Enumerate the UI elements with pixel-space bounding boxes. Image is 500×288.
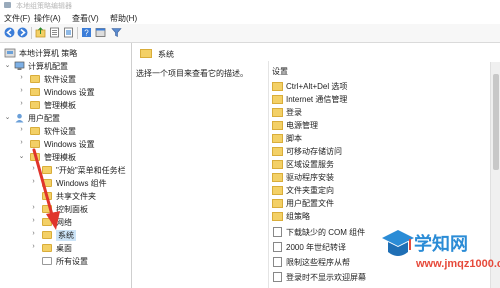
folder-icon xyxy=(272,134,283,143)
toolbar-divider xyxy=(77,27,78,39)
folder-icon xyxy=(30,75,40,83)
expand-icon[interactable]: › xyxy=(30,243,37,250)
folder-icon xyxy=(272,186,283,195)
folder-icon xyxy=(272,95,283,104)
tree-pane: 本地计算机 策略 ⌄ 计算机配置 › 软件设置 › Windows 设置 › 管… xyxy=(0,43,132,288)
settings-column-header[interactable]: 设置 xyxy=(272,66,288,77)
folder-icon xyxy=(272,82,283,91)
expand-icon[interactable]: › xyxy=(18,87,25,94)
folder-icon xyxy=(140,49,152,58)
description-hint: 选择一个项目来查看它的描述。 xyxy=(136,69,248,78)
folder-icon xyxy=(42,231,52,239)
folder-icon xyxy=(42,192,52,200)
menu-file[interactable]: 文件(F) xyxy=(4,13,30,24)
svg-text:?: ? xyxy=(84,29,89,38)
menu-view[interactable]: 查看(V) xyxy=(72,13,99,24)
folder-icon xyxy=(30,127,40,135)
back-icon[interactable] xyxy=(4,27,15,38)
expand-icon[interactable]: › xyxy=(30,165,37,172)
watermark-logo-icon xyxy=(382,230,414,256)
folder-icon xyxy=(272,121,283,130)
window-title: 本地组策略编辑器 xyxy=(16,3,72,10)
expand-icon[interactable]: › xyxy=(30,204,37,211)
filter-icon[interactable] xyxy=(111,27,122,38)
computer-icon xyxy=(14,61,25,70)
folder-icon xyxy=(30,88,40,96)
user-icon xyxy=(15,113,24,123)
expand-icon[interactable]: › xyxy=(18,100,25,107)
properties-icon[interactable] xyxy=(49,27,60,38)
console-icon[interactable] xyxy=(95,27,106,38)
watermark: 学知网 www.jmqz1000.com xyxy=(380,228,500,286)
expand-icon[interactable]: › xyxy=(30,230,37,237)
collapse-icon[interactable]: ⌄ xyxy=(4,61,11,69)
policy-setting-icon xyxy=(273,257,282,267)
folder-icon xyxy=(272,212,283,221)
expand-icon[interactable]: › xyxy=(18,139,25,146)
collapse-icon[interactable]: ⌄ xyxy=(18,152,25,160)
app-icon xyxy=(4,2,11,8)
policy-icon xyxy=(4,48,16,58)
title-bar: 本地组策略编辑器 xyxy=(0,0,500,11)
details-header: 系统 xyxy=(132,47,500,61)
folder-up-icon[interactable] xyxy=(35,27,46,38)
policy-setting-icon xyxy=(273,227,282,237)
policy-setting-icon xyxy=(273,272,282,282)
folder-icon xyxy=(272,160,283,169)
menu-help[interactable]: 帮助(H) xyxy=(110,13,137,24)
folder-icon xyxy=(30,153,40,161)
menu-action[interactable]: 操作(A) xyxy=(34,13,61,24)
expand-icon[interactable]: › xyxy=(30,178,37,185)
folder-icon xyxy=(42,244,52,252)
help-icon[interactable]: ? xyxy=(81,27,92,38)
pane-divider xyxy=(268,61,269,288)
expand-icon[interactable]: › xyxy=(18,126,25,133)
expand-icon[interactable]: › xyxy=(30,217,37,224)
toolbar-divider xyxy=(31,27,32,39)
export-icon[interactable] xyxy=(63,27,74,38)
watermark-url: www.jmqz1000.com xyxy=(416,258,500,270)
folder-icon xyxy=(42,166,52,174)
folder-icon xyxy=(42,179,52,187)
collapse-icon[interactable]: ⌄ xyxy=(4,113,11,121)
watermark-text: 学知网 xyxy=(414,234,468,254)
folder-icon xyxy=(272,147,283,156)
folder-icon xyxy=(272,173,283,182)
folder-icon xyxy=(42,205,52,213)
settings-page-icon xyxy=(42,257,52,265)
policy-setting-icon xyxy=(273,242,282,252)
folder-icon xyxy=(30,101,40,109)
menu-bar: 文件(F) 操作(A) 查看(V) 帮助(H) xyxy=(0,11,500,24)
toolbar: ? xyxy=(0,24,500,43)
scrollbar-thumb[interactable] xyxy=(493,74,499,170)
folder-icon xyxy=(272,199,283,208)
details-title: 系统 xyxy=(158,50,174,59)
folder-icon xyxy=(272,108,283,117)
folder-icon xyxy=(42,218,52,226)
forward-icon[interactable] xyxy=(17,27,28,38)
folder-icon xyxy=(30,140,40,148)
expand-icon[interactable]: › xyxy=(18,74,25,81)
